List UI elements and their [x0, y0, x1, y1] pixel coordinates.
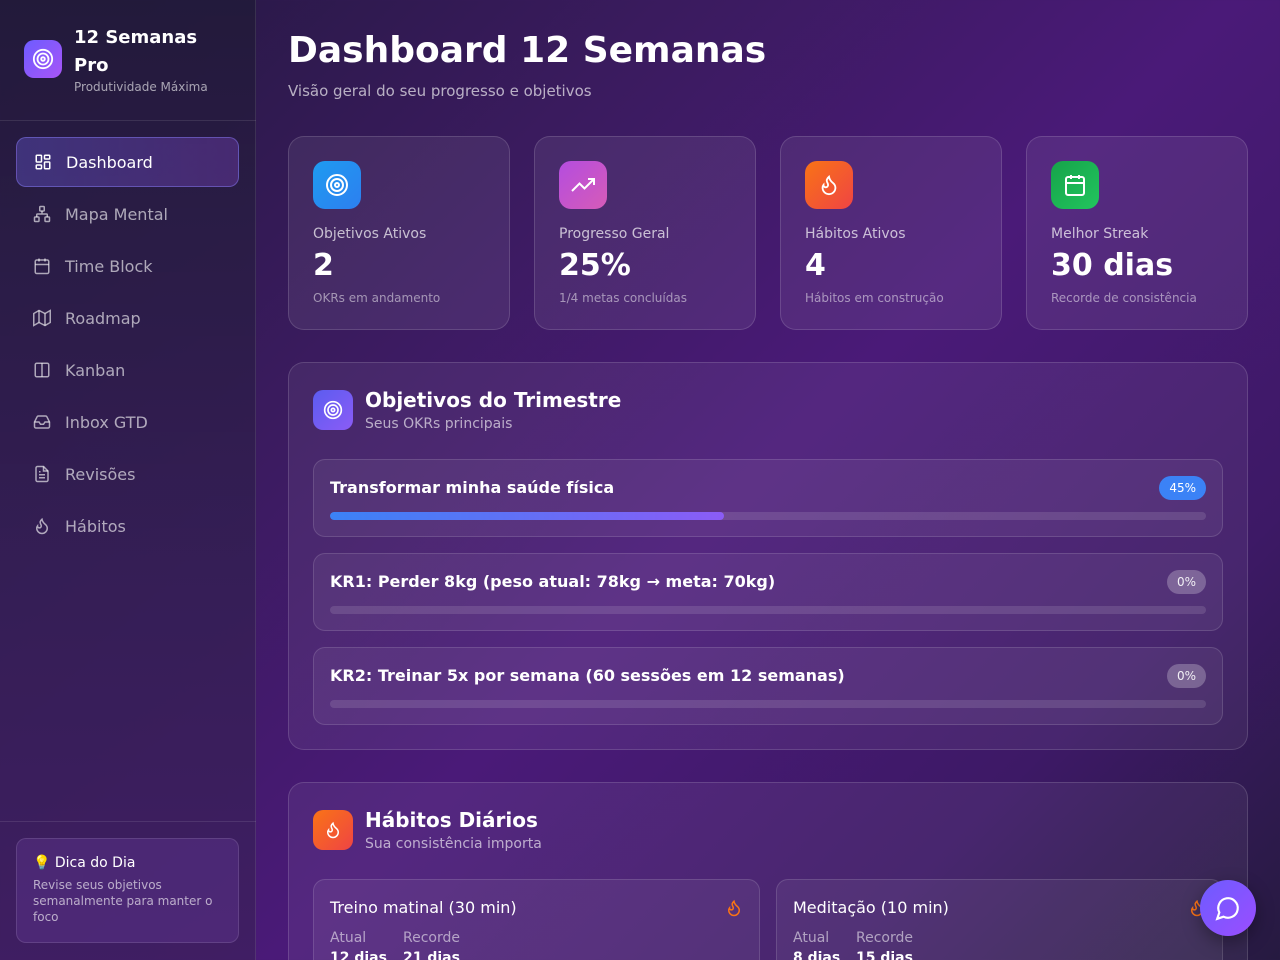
stat-label: Progresso Geral	[559, 226, 670, 242]
tip-text: Revise seus objetivos semanalmente para …	[33, 878, 213, 924]
okr-item[interactable]: KR1: Perder 8kg (peso atual: 78kg → meta…	[313, 553, 1223, 631]
okr-item[interactable]: KR2: Treinar 5x por semana (60 sessões e…	[313, 647, 1223, 725]
okr-item[interactable]: Transformar minha saúde física 45%	[313, 459, 1223, 537]
chat-button[interactable]	[1200, 880, 1256, 936]
target-icon	[313, 161, 361, 209]
stat-note: OKRs em andamento	[313, 291, 441, 305]
sidebar-item-label: Kanban	[65, 360, 126, 380]
sidebar-item-label: Mapa Mental	[65, 204, 168, 224]
tip-of-the-day: 💡 Dica do Dia Revise seus objetivos sema…	[16, 838, 239, 943]
sitemap-icon	[33, 205, 51, 223]
sidebar-item-revisoes[interactable]: Revisões	[16, 449, 239, 499]
habit-title: Treino matinal (30 min)	[330, 898, 517, 917]
dashboard-icon	[34, 153, 52, 171]
sidebar-item-label: Roadmap	[65, 308, 141, 328]
document-icon	[33, 465, 51, 483]
sidebar-item-kanban[interactable]: Kanban	[16, 345, 239, 395]
stat-card-progresso[interactable]: Progresso Geral 25% 1/4 metas concluídas	[534, 136, 756, 330]
inbox-icon	[33, 413, 51, 431]
sidebar-item-mapa-mental[interactable]: Mapa Mental	[16, 189, 239, 239]
habit-current: Atual 12 dias	[330, 930, 387, 960]
objectives-panel: Objetivos do Trimestre Seus OKRs princip…	[288, 362, 1248, 750]
tip-title: 💡 Dica do Dia	[33, 855, 136, 871]
sidebar-item-label: Hábitos	[65, 516, 126, 536]
flame-icon	[805, 161, 853, 209]
progress-fill	[330, 512, 725, 520]
stat-value: 4	[805, 248, 826, 283]
objectives-title: Objetivos do Trimestre	[365, 388, 622, 412]
stat-value: 25%	[559, 248, 631, 283]
habit-current-label: Atual	[330, 930, 367, 946]
sidebar-item-dashboard[interactable]: Dashboard	[16, 137, 239, 187]
target-icon	[313, 390, 353, 430]
chat-bubble-icon	[1215, 895, 1241, 921]
habit-current-value: 8 dias	[793, 950, 841, 960]
brand-title: 12 Semanas Pro	[74, 27, 198, 76]
habits-title: Hábitos Diários	[365, 808, 538, 832]
progress-badge: 0%	[1166, 664, 1206, 688]
calendar-icon	[1051, 161, 1099, 209]
stat-note: Hábitos em construção	[805, 291, 944, 305]
okr-title: KR1: Perder 8kg (peso atual: 78kg → meta…	[330, 572, 776, 591]
progress-bar	[330, 606, 1206, 614]
habit-title: Meditação (10 min)	[793, 898, 949, 917]
habit-card[interactable]: Treino matinal (30 min) Atual 12 dias Re…	[313, 879, 760, 960]
sidebar-nav: Dashboard Mapa Mental Time Block Roadmap…	[16, 137, 239, 553]
page-title: Dashboard 12 Semanas	[288, 30, 767, 71]
progress-bar	[330, 512, 1206, 520]
sidebar-item-label: Inbox GTD	[65, 412, 148, 432]
habit-record-value: 21 dias	[403, 950, 460, 960]
stat-value: 2	[313, 248, 334, 283]
columns-icon	[33, 361, 51, 379]
habits-panel: Hábitos Diários Sua consistência importa…	[288, 782, 1248, 960]
habit-current-value: 12 dias	[330, 950, 387, 960]
progress-badge: 45%	[1159, 476, 1206, 500]
habit-record: Recorde 21 dias	[403, 930, 460, 960]
sidebar-divider	[0, 821, 256, 822]
sidebar-divider	[0, 120, 256, 121]
okr-title: KR2: Treinar 5x por semana (60 sessões e…	[330, 666, 845, 685]
sidebar-item-roadmap[interactable]: Roadmap	[16, 293, 239, 343]
trending-up-icon	[559, 161, 607, 209]
stat-card-habitos[interactable]: Hábitos Ativos 4 Hábitos em construção	[780, 136, 1002, 330]
flame-icon	[313, 810, 353, 850]
stat-value: 30 dias	[1051, 248, 1174, 283]
progress-badge: 0%	[1166, 570, 1206, 594]
sidebar-item-label: Time Block	[65, 256, 153, 276]
stat-label: Objetivos Ativos	[313, 226, 427, 242]
flame-icon	[725, 898, 743, 918]
target-logo-icon	[24, 40, 62, 78]
calendar-icon	[33, 257, 51, 275]
sidebar: 12 Semanas Pro Produtividade Máxima Dash…	[0, 0, 256, 960]
habit-current-label: Atual	[793, 930, 830, 946]
habit-card[interactable]: Meditação (10 min) Atual 8 dias Recorde …	[776, 879, 1223, 960]
sidebar-item-time-block[interactable]: Time Block	[16, 241, 239, 291]
stat-card-streak[interactable]: Melhor Streak 30 dias Recorde de consist…	[1026, 136, 1248, 330]
stat-card-objetivos[interactable]: Objetivos Ativos 2 OKRs em andamento	[288, 136, 510, 330]
sidebar-item-label: Revisões	[65, 464, 136, 484]
habit-current: Atual 8 dias	[793, 930, 840, 960]
habit-record-label: Recorde	[856, 930, 913, 946]
stat-label: Hábitos Ativos	[805, 226, 906, 242]
sidebar-item-inbox-gtd[interactable]: Inbox GTD	[16, 397, 239, 447]
habit-record-value: 15 dias	[856, 950, 913, 960]
page-subtitle: Visão geral do seu progresso e objetivos	[288, 82, 592, 100]
sidebar-item-habitos[interactable]: Hábitos	[16, 501, 239, 551]
stat-label: Melhor Streak	[1051, 226, 1149, 242]
okr-title: Transformar minha saúde física	[330, 478, 615, 497]
brand-subtitle: Produtividade Máxima	[74, 80, 208, 94]
map-icon	[33, 309, 51, 327]
habit-record-label: Recorde	[403, 930, 460, 946]
flame-icon	[33, 517, 51, 535]
sidebar-item-label: Dashboard	[66, 152, 153, 172]
habits-subtitle: Sua consistência importa	[365, 836, 542, 852]
habit-record: Recorde 15 dias	[856, 930, 913, 960]
stat-note: Recorde de consistência	[1051, 291, 1197, 305]
progress-bar	[330, 700, 1206, 708]
stat-note: 1/4 metas concluídas	[559, 291, 687, 305]
objectives-subtitle: Seus OKRs principais	[365, 416, 513, 432]
